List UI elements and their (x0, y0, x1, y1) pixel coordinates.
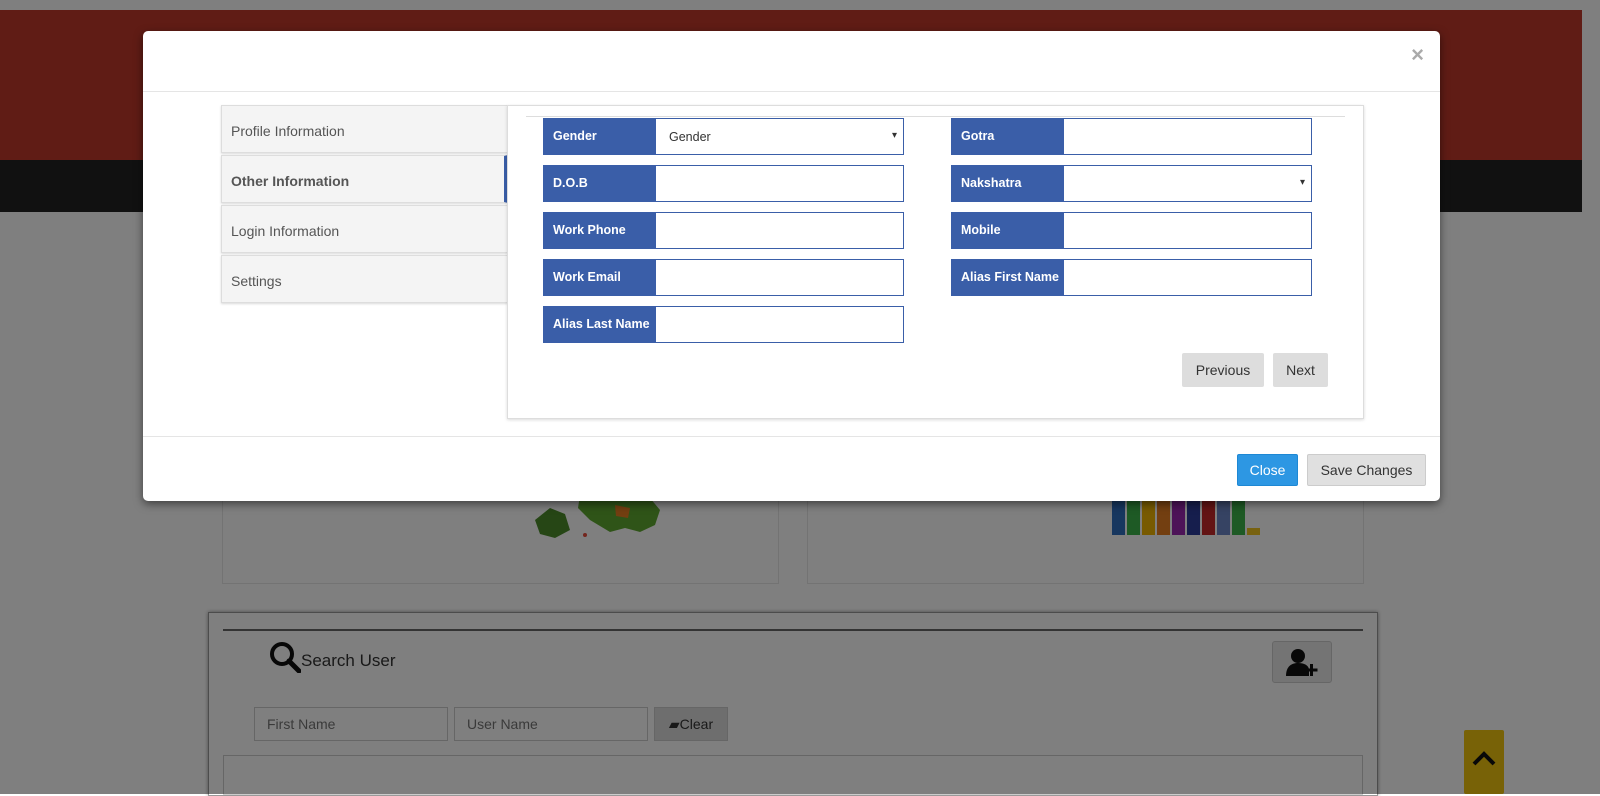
modal-header: × (143, 31, 1440, 92)
close-button[interactable]: Close (1237, 454, 1298, 486)
alias-first-name-label: Alias First Name (951, 259, 1063, 296)
gotra-input[interactable] (1063, 118, 1312, 155)
work-phone-input[interactable] (655, 212, 904, 249)
nakshatra-label: Nakshatra (951, 165, 1063, 202)
dob-label: D.O.B (543, 165, 655, 202)
work-phone-label: Work Phone (543, 212, 655, 249)
next-button[interactable]: Next (1273, 353, 1328, 387)
work-phone-field: Work Phone (543, 212, 904, 249)
gender-value: Gender (669, 130, 711, 144)
alias-last-name-input[interactable] (655, 306, 904, 343)
alias-first-name-input[interactable] (1063, 259, 1312, 296)
nakshatra-select[interactable]: ▾ (1063, 165, 1312, 202)
modal-footer: Close Save Changes (143, 436, 1440, 502)
tab-profile-information[interactable]: Profile Information (221, 105, 508, 153)
dob-input[interactable] (655, 165, 904, 202)
tab-label: Other Information (231, 173, 350, 189)
tab-settings[interactable]: Settings (221, 255, 508, 303)
dob-field: D.O.B (543, 165, 904, 202)
work-email-label: Work Email (543, 259, 655, 296)
save-changes-button[interactable]: Save Changes (1307, 454, 1426, 486)
mobile-field: Mobile (951, 212, 1312, 249)
dropdown-caret-icon: ▾ (891, 130, 897, 141)
side-tabs: Profile Information Other Information Lo… (221, 105, 508, 305)
tab-label: Login Information (231, 223, 340, 239)
gotra-label: Gotra (951, 118, 1063, 155)
mobile-input[interactable] (1063, 212, 1312, 249)
alias-last-name-field: Alias Last Name (543, 306, 904, 343)
close-icon[interactable]: × (1411, 42, 1424, 68)
nakshatra-field: Nakshatra ▾ (951, 165, 1312, 202)
gender-field: Gender Gender ▾ (543, 118, 904, 155)
mobile-label: Mobile (951, 212, 1063, 249)
alias-first-name-field: Alias First Name (951, 259, 1312, 296)
work-email-field: Work Email (543, 259, 904, 296)
panel-divider (526, 116, 1345, 117)
alias-last-name-label: Alias Last Name (543, 306, 655, 343)
tab-label: Profile Information (231, 123, 345, 139)
tab-label: Settings (231, 273, 282, 289)
other-information-panel: Gender Gender ▾ Gotra D.O.B Nakshatra ▾ … (507, 105, 1364, 419)
previous-button[interactable]: Previous (1182, 353, 1264, 387)
dropdown-caret-icon: ▾ (1299, 177, 1305, 188)
work-email-input[interactable] (655, 259, 904, 296)
gender-label: Gender (543, 118, 655, 155)
tab-other-information[interactable]: Other Information (221, 155, 508, 203)
user-details-modal: × Profile Information Other Information … (143, 31, 1440, 501)
tab-login-information[interactable]: Login Information (221, 205, 508, 253)
gotra-field: Gotra (951, 118, 1312, 155)
gender-select[interactable]: Gender ▾ (655, 118, 904, 155)
